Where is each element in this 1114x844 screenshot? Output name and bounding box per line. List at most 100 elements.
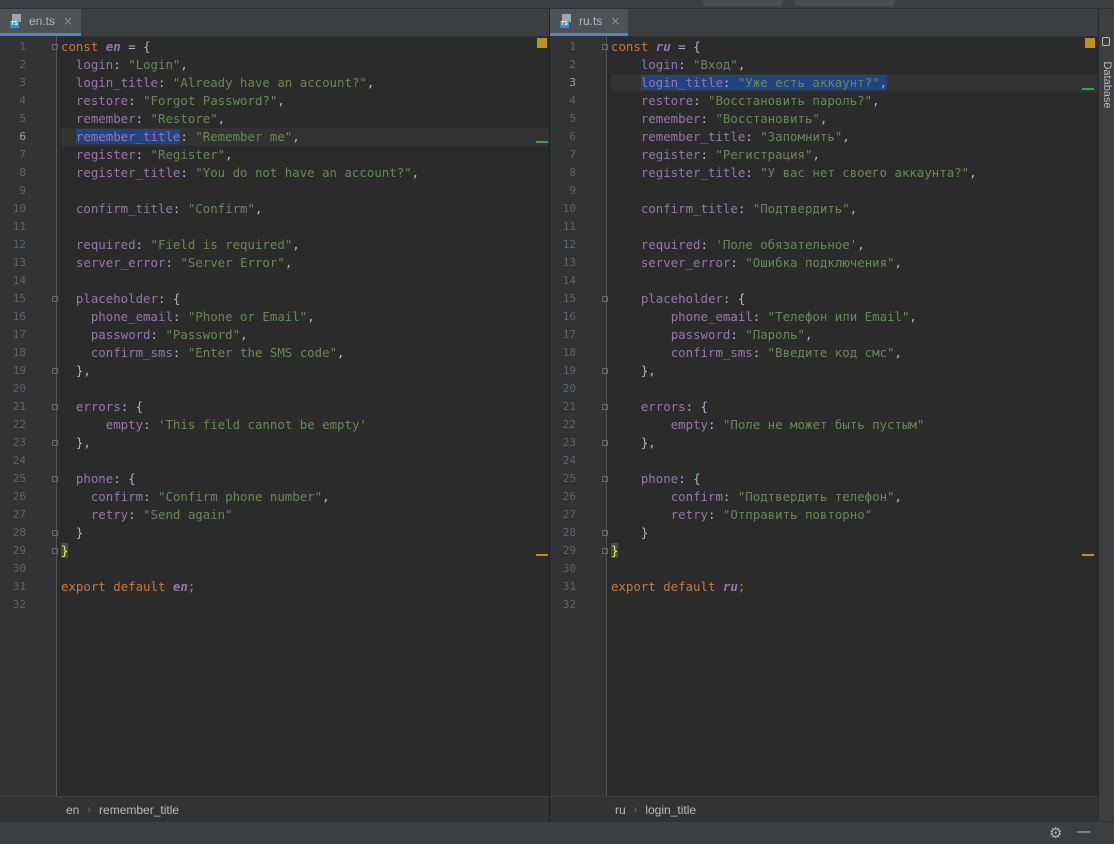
- code-line[interactable]: },: [61, 362, 549, 380]
- code-line[interactable]: errors: {: [611, 398, 1098, 416]
- code-line[interactable]: [61, 380, 549, 398]
- code-line[interactable]: register: "Register",: [61, 146, 549, 164]
- fold-marker-icon[interactable]: [602, 440, 608, 446]
- change-marker[interactable]: [536, 141, 548, 143]
- code-line[interactable]: [611, 380, 1098, 398]
- code-line[interactable]: confirm: "Confirm phone number",: [61, 488, 549, 506]
- code-line[interactable]: register: "Регистрация",: [611, 146, 1098, 164]
- code-line[interactable]: login: "Login",: [61, 56, 549, 74]
- fold-marker-icon[interactable]: [602, 530, 608, 536]
- warning-marker-icon[interactable]: [1085, 38, 1095, 48]
- code-area[interactable]: const ru = { login: "Вход", login_title:…: [611, 36, 1098, 796]
- code-line[interactable]: remember_title: "Remember me",: [61, 128, 549, 146]
- code-line[interactable]: [611, 272, 1098, 290]
- code-line[interactable]: remember: "Восстановить",: [611, 110, 1098, 128]
- code-line[interactable]: server_error: "Ошибка подключения",: [611, 254, 1098, 272]
- toolbar-actions[interactable]: [795, 0, 895, 6]
- code-line[interactable]: login_title: "Already have an account?",: [61, 74, 549, 92]
- close-icon[interactable]: ×: [610, 14, 620, 28]
- code-line[interactable]: login: "Вход",: [611, 56, 1098, 74]
- code-line[interactable]: confirm_sms: "Enter the SMS code",: [61, 344, 549, 362]
- code-line[interactable]: export default ru;: [611, 578, 1098, 596]
- code-line[interactable]: errors: {: [61, 398, 549, 416]
- code-line[interactable]: const en = {: [61, 38, 549, 56]
- breadcrumb-item[interactable]: remember_title: [99, 803, 179, 817]
- code-line[interactable]: },: [611, 362, 1098, 380]
- code-line[interactable]: },: [611, 434, 1098, 452]
- fold-marker-icon[interactable]: [602, 548, 608, 554]
- code-editor[interactable]: 1 2 3 4 5 6 7 8 9 10 11 12 13 14 15 16 17 18 19 20 21 22 23 24 2…: [550, 36, 1098, 796]
- fold-marker-icon[interactable]: [52, 368, 58, 374]
- fold-marker-icon[interactable]: [52, 440, 58, 446]
- code-line[interactable]: required: "Field is required",: [61, 236, 549, 254]
- warning-stripe[interactable]: [536, 554, 548, 556]
- fold-marker-icon[interactable]: [602, 476, 608, 482]
- code-line[interactable]: confirm_sms: "Введите код смс",: [611, 344, 1098, 362]
- warning-stripe[interactable]: [1082, 554, 1094, 556]
- database-tool-button[interactable]: Database: [1101, 55, 1113, 115]
- fold-marker-icon[interactable]: [602, 404, 608, 410]
- fold-marker-icon[interactable]: [52, 476, 58, 482]
- fold-marker-icon[interactable]: [52, 404, 58, 410]
- code-line[interactable]: restore: "Восстановить пароль?",: [611, 92, 1098, 110]
- code-line[interactable]: phone: {: [611, 470, 1098, 488]
- code-line[interactable]: [61, 452, 549, 470]
- toolbar-run-config[interactable]: [703, 0, 783, 6]
- code-line[interactable]: phone_email: "Телефон или Email",: [611, 308, 1098, 326]
- code-line[interactable]: empty: "Поле не может быть пустым": [611, 416, 1098, 434]
- code-line[interactable]: }: [61, 524, 549, 542]
- code-line[interactable]: placeholder: {: [611, 290, 1098, 308]
- code-line[interactable]: password: "Пароль",: [611, 326, 1098, 344]
- warning-marker-icon[interactable]: [537, 38, 547, 48]
- code-line[interactable]: const ru = {: [611, 38, 1098, 56]
- code-line[interactable]: phone: {: [61, 470, 549, 488]
- fold-marker-icon[interactable]: [52, 296, 58, 302]
- code-line[interactable]: [61, 182, 549, 200]
- code-line[interactable]: placeholder: {: [61, 290, 549, 308]
- code-line[interactable]: restore: "Forgot Password?",: [61, 92, 549, 110]
- tab-en-ts[interactable]: TS en.ts ×: [0, 9, 82, 36]
- code-line[interactable]: phone_email: "Phone or Email",: [61, 308, 549, 326]
- breadcrumb-item[interactable]: ru: [615, 803, 626, 817]
- fold-marker-icon[interactable]: [602, 44, 608, 50]
- code-line[interactable]: login_title: "Уже есть аккаунт?",: [611, 74, 1098, 92]
- code-area[interactable]: const en = { login: "Login", login_title…: [61, 36, 549, 796]
- code-line[interactable]: }: [611, 524, 1098, 542]
- minimize-icon[interactable]: —: [1076, 822, 1091, 840]
- code-line[interactable]: retry: "Отправить повторно": [611, 506, 1098, 524]
- code-line[interactable]: [61, 560, 549, 578]
- code-line[interactable]: remember: "Restore",: [61, 110, 549, 128]
- code-line[interactable]: confirm_title: "Confirm",: [61, 200, 549, 218]
- code-line[interactable]: }: [611, 542, 1098, 560]
- breadcrumb-item[interactable]: en: [66, 803, 79, 817]
- code-line[interactable]: }: [61, 542, 549, 560]
- code-line[interactable]: },: [61, 434, 549, 452]
- change-marker[interactable]: [1082, 88, 1094, 90]
- code-line[interactable]: remember_title: "Запомнить",: [611, 128, 1098, 146]
- code-line[interactable]: server_error: "Server Error",: [61, 254, 549, 272]
- code-line[interactable]: confirm: "Подтвердить телефон",: [611, 488, 1098, 506]
- fold-marker-icon[interactable]: [52, 44, 58, 50]
- code-line[interactable]: [61, 218, 549, 236]
- close-icon[interactable]: ×: [63, 14, 73, 28]
- code-line[interactable]: register_title: "You do not have an acco…: [61, 164, 549, 182]
- fold-marker-icon[interactable]: [52, 548, 58, 554]
- breadcrumb-item[interactable]: login_title: [645, 803, 696, 817]
- fold-marker-icon[interactable]: [602, 296, 608, 302]
- code-line[interactable]: [61, 272, 549, 290]
- code-line[interactable]: [61, 596, 549, 614]
- code-line[interactable]: required: 'Поле обязательное',: [611, 236, 1098, 254]
- code-line[interactable]: [611, 182, 1098, 200]
- fold-marker-icon[interactable]: [52, 530, 58, 536]
- code-line[interactable]: [611, 218, 1098, 236]
- code-line[interactable]: retry: "Send again": [61, 506, 549, 524]
- gear-icon[interactable]: ⚙: [1049, 824, 1062, 842]
- database-icon[interactable]: [1102, 37, 1110, 46]
- code-line[interactable]: export default en;: [61, 578, 549, 596]
- code-line[interactable]: [611, 596, 1098, 614]
- code-line[interactable]: empty: 'This field cannot be empty': [61, 416, 549, 434]
- code-line[interactable]: [611, 560, 1098, 578]
- code-line[interactable]: password: "Password",: [61, 326, 549, 344]
- fold-marker-icon[interactable]: [602, 368, 608, 374]
- code-editor[interactable]: 1 2 3 4 5 6 7 8 9 10 11 12 13 14 15 16 17 18 19 20 21 22 23 24 2…: [0, 36, 549, 796]
